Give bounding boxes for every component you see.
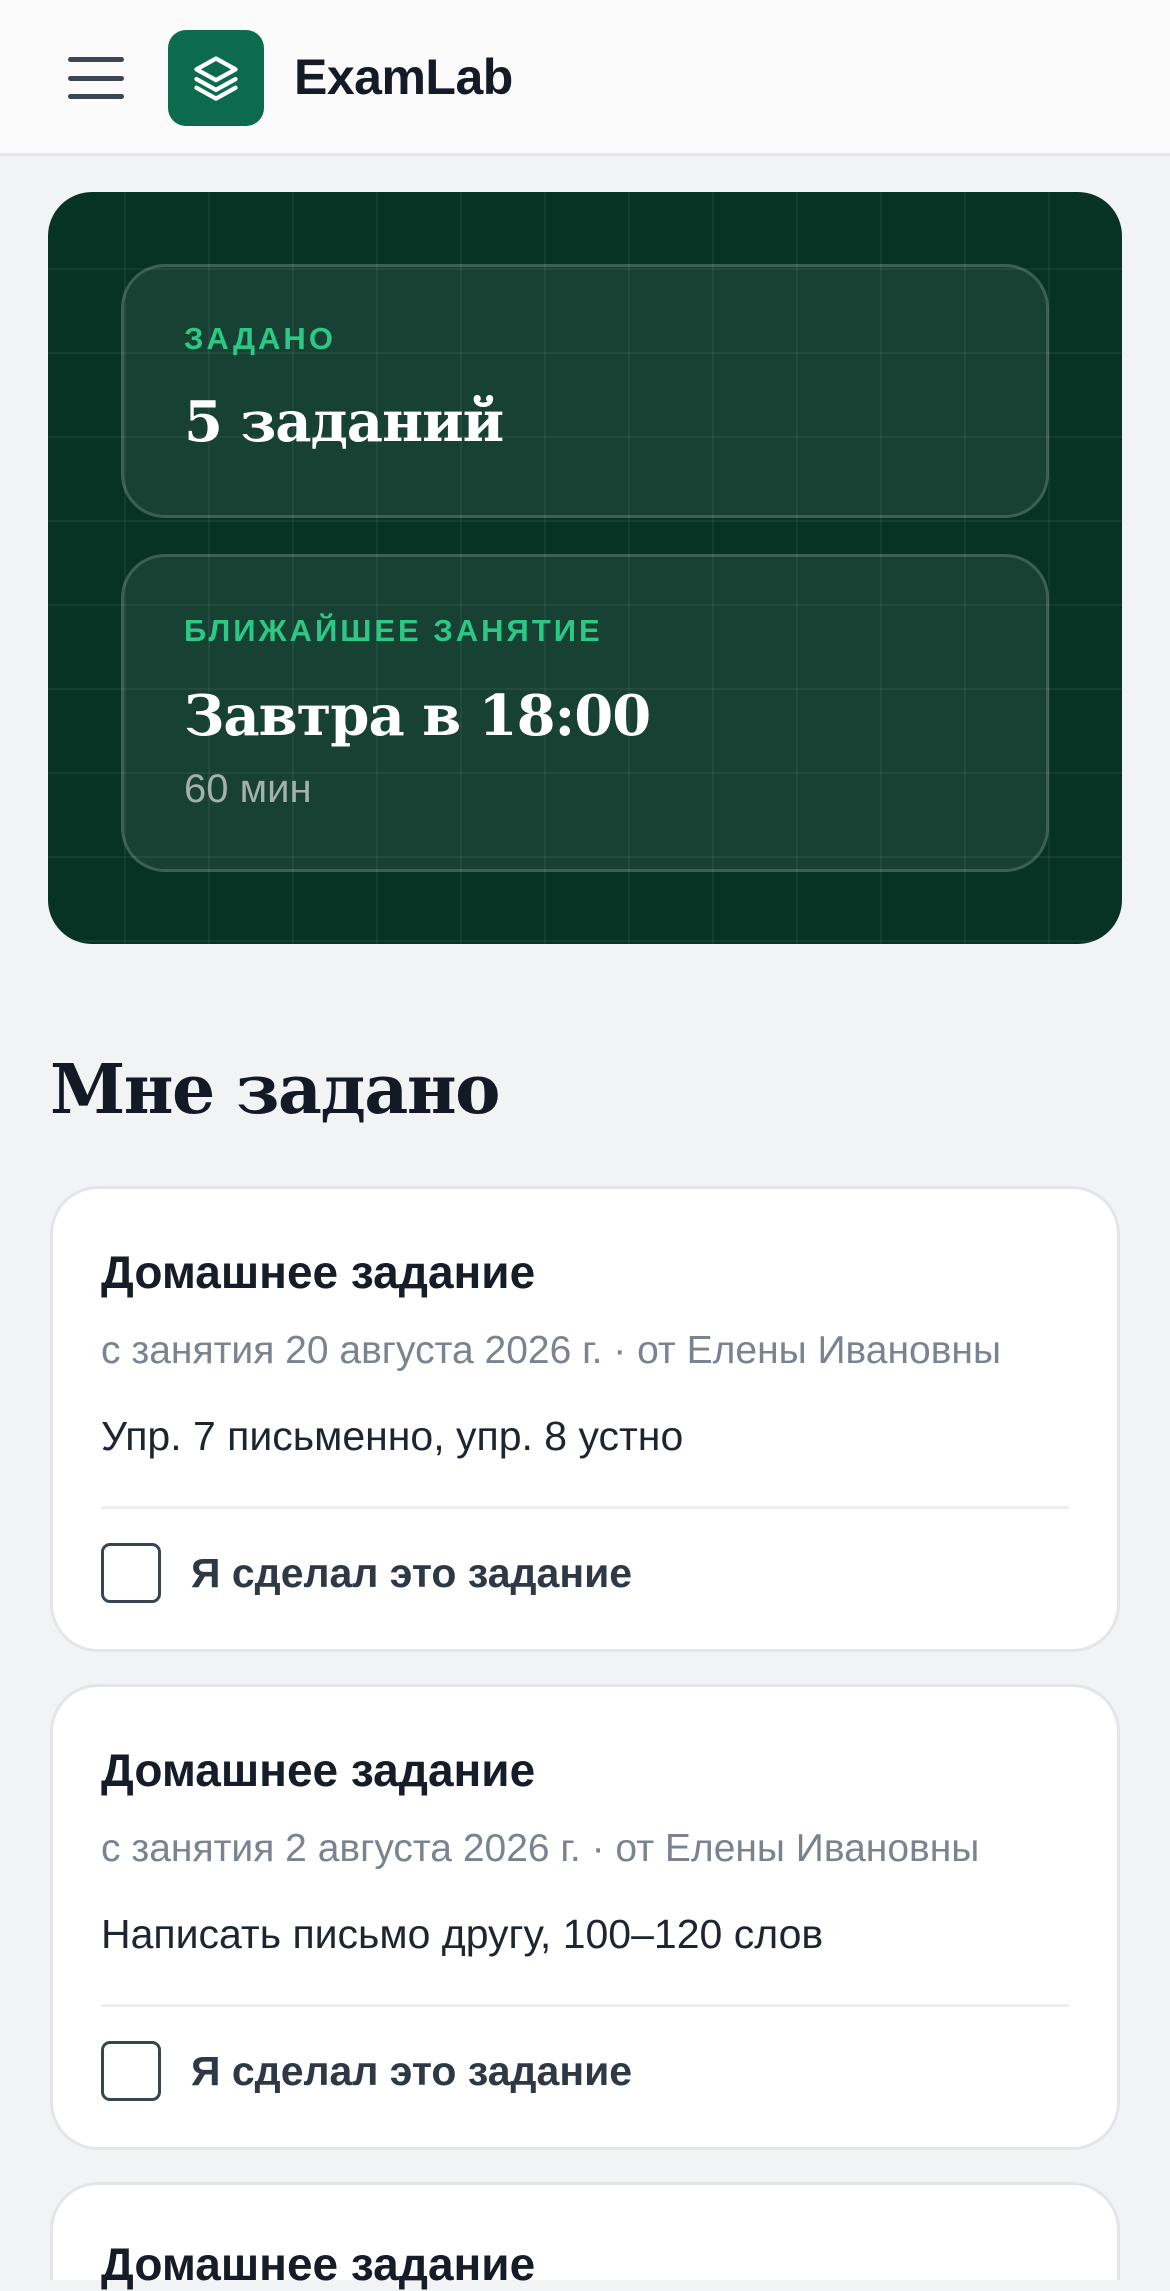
done-checkbox[interactable] — [101, 1543, 161, 1603]
homework-title: Домашнее задание — [101, 2238, 536, 2290]
next-lesson-label: БЛИЖАЙШЕЕ ЗАНЯТИЕ — [184, 613, 603, 648]
homework-card: Домашнее задание с занятия 2 августа 202… — [50, 1684, 1120, 2150]
homework-done-toggle[interactable]: Я сделал это задание — [101, 1543, 632, 1603]
next-lesson-card: БЛИЖАЙШЕЕ ЗАНЯТИЕ Завтра в 18:00 60 мин — [121, 554, 1049, 872]
dashboard-hero: ЗАДАНО 5 заданий БЛИЖАЙШЕЕ ЗАНЯТИЕ Завтр… — [48, 192, 1122, 944]
homework-title: Домашнее задание — [101, 1246, 536, 1298]
homework-title: Домашнее задание — [101, 1744, 536, 1796]
done-checkbox-label[interactable]: Я сделал это задание — [191, 1550, 632, 1597]
next-lesson-duration: 60 мин — [184, 767, 312, 811]
homework-meta: с занятия 20 августа 2026 г. · от Елены … — [101, 1329, 1001, 1372]
done-checkbox-label[interactable]: Я сделал это задание — [191, 2048, 632, 2095]
hamburger-menu-icon[interactable] — [64, 52, 128, 104]
homework-done-toggle[interactable]: Я сделал это задание — [101, 2041, 632, 2101]
menu-line — [68, 57, 124, 62]
assigned-stat-label: ЗАДАНО — [184, 321, 336, 356]
app-title[interactable]: ExamLab — [294, 48, 513, 106]
homework-description: Написать письмо другу, 100–120 слов — [101, 1911, 824, 1957]
menu-line — [68, 75, 124, 81]
menu-line — [68, 94, 124, 99]
next-lesson-time: Завтра в 18:00 — [184, 683, 651, 749]
done-checkbox[interactable] — [101, 2041, 161, 2101]
section-title: Мне задано — [50, 1050, 500, 1130]
divider — [101, 1506, 1069, 1509]
assigned-stat-value: 5 заданий — [184, 389, 504, 455]
app-logo[interactable] — [168, 30, 264, 126]
homework-card: Домашнее задание — [50, 2182, 1120, 2290]
homework-description: Упр. 7 письменно, упр. 8 устно — [101, 1413, 684, 1459]
divider — [101, 2004, 1069, 2007]
assigned-stat-card: ЗАДАНО 5 заданий — [121, 264, 1049, 518]
app-header: ExamLab — [0, 0, 1170, 156]
homework-card: Домашнее задание с занятия 20 августа 20… — [50, 1186, 1120, 1652]
layers-icon — [194, 56, 238, 101]
homework-meta: с занятия 2 августа 2026 г. · от Елены И… — [101, 1827, 980, 1870]
